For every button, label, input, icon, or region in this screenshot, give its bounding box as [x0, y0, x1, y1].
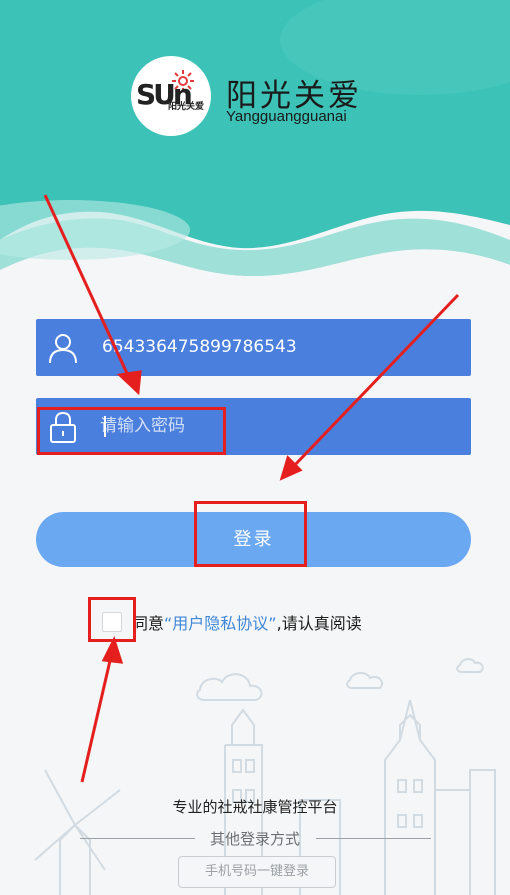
- username-value: 654336475899786543: [102, 337, 297, 357]
- agreement-prefix: 同意: [132, 614, 165, 633]
- user-icon: [49, 334, 77, 364]
- other-login-label: 其他登录方式: [209, 830, 300, 848]
- agreement-suffix: ,请认真阅读: [276, 614, 362, 633]
- brand-subtitle: Yangguangguanai: [226, 108, 347, 125]
- header-wave-background: [0, 0, 510, 290]
- phone-login-button[interactable]: 手机号码一键登录: [178, 856, 336, 888]
- agreement-text: 同意“用户隐私协议”,请认真阅读: [132, 610, 362, 634]
- highlight-login-box: [194, 501, 307, 567]
- highlight-checkbox-box: [88, 597, 136, 642]
- privacy-policy-link[interactable]: “用户隐私协议”: [164, 614, 277, 633]
- arrow-head-icon: [279, 455, 303, 481]
- platform-tagline: 专业的社戒社康管控平台: [172, 798, 338, 816]
- highlight-password-box: [37, 407, 226, 455]
- username-field[interactable]: 654336475899786543: [36, 319, 471, 376]
- logo-mini-text: 阳光关爱: [168, 102, 205, 112]
